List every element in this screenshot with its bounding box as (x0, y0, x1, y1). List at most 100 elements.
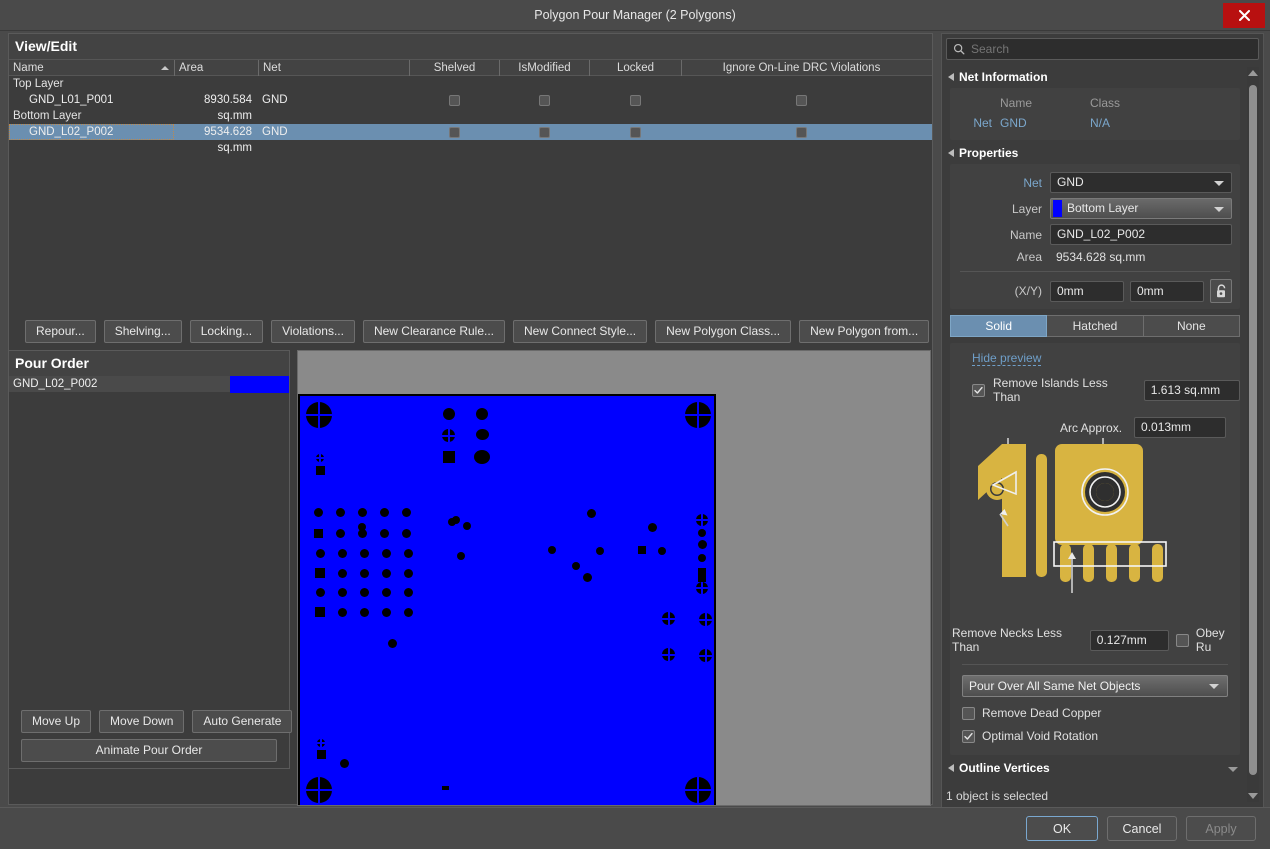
net-dropdown[interactable]: GND (1050, 172, 1232, 193)
lock-toggle-button[interactable] (1210, 279, 1232, 303)
section-header-outline-vertices[interactable]: Outline Vertices (942, 755, 1248, 778)
ok-button[interactable]: OK (1026, 816, 1098, 841)
check-icon (974, 386, 983, 394)
via (583, 573, 592, 582)
checkbox-shelved[interactable] (448, 126, 460, 138)
search-input[interactable] (971, 42, 1252, 56)
via (388, 639, 397, 648)
table-row[interactable]: GND_L02_P002 9534.628 sq.mm GND (9, 124, 932, 154)
group-row-top-layer[interactable]: Top Layer (9, 76, 932, 92)
column-header-ismodified[interactable]: IsModified (499, 60, 589, 76)
remove-islands-value: 1.613 sq.mm (1150, 382, 1221, 397)
property-layer: Layer Bottom Layer (958, 198, 1232, 219)
cell-shelved[interactable] (409, 124, 499, 140)
table-row[interactable]: GND_L01_P001 8930.584 sq.mm GND (9, 92, 932, 122)
remove-dead-copper-row[interactable]: Remove Dead Copper (950, 697, 1240, 720)
section-header-properties[interactable]: Properties (942, 140, 1248, 164)
pad (338, 569, 347, 578)
column-header-ignore-drc[interactable]: Ignore On-Line DRC Violations (681, 60, 921, 76)
checkbox-ignore-drc[interactable] (795, 94, 807, 106)
fill-mode-solid[interactable]: Solid (950, 315, 1048, 337)
locking-button[interactable]: Locking... (189, 319, 264, 343)
scrollbar-thumb[interactable] (1249, 85, 1257, 775)
checkbox-ismodified[interactable] (538, 94, 550, 106)
column-header-name[interactable]: Name (9, 60, 174, 76)
cell-locked[interactable] (589, 124, 681, 140)
cell-ignore-drc[interactable] (681, 124, 921, 140)
fill-mode-none[interactable]: None (1143, 315, 1240, 337)
pad (402, 529, 411, 538)
animate-pour-order-button[interactable]: Animate Pour Order (21, 739, 277, 762)
cancel-button[interactable]: Cancel (1107, 816, 1177, 841)
pad (382, 608, 391, 617)
pad (380, 529, 389, 538)
cell-net: GND (262, 126, 288, 138)
fill-mode-segmented-control: Solid Hatched None (950, 315, 1240, 337)
properties-sidebar: Net Information Name Class Net GND N/A P… (941, 33, 1264, 808)
cell-ignore-drc[interactable] (681, 92, 921, 108)
optimal-void-rotation-row[interactable]: Optimal Void Rotation (950, 720, 1240, 747)
checkbox-ismodified[interactable] (538, 126, 550, 138)
scroll-up-icon[interactable] (1248, 70, 1258, 76)
via (548, 546, 556, 554)
column-header-net[interactable]: Net (258, 60, 409, 76)
checkbox-optimal-void-rotation[interactable] (962, 729, 975, 743)
checkbox-shelved[interactable] (448, 94, 460, 106)
checkbox-locked[interactable] (629, 126, 641, 138)
new-clearance-rule-button[interactable]: New Clearance Rule... (362, 319, 506, 343)
scroll-down-icon[interactable] (1248, 793, 1258, 799)
violations-button[interactable]: Violations... (271, 319, 355, 343)
new-polygon-class-button[interactable]: New Polygon Class... (655, 319, 792, 343)
checkbox-remove-islands[interactable] (972, 383, 985, 397)
via (648, 523, 657, 532)
group-row-bottom-layer[interactable]: Bottom Layer (9, 108, 932, 124)
pcb-preview-canvas[interactable] (297, 350, 931, 806)
column-header-area[interactable]: Area (174, 60, 258, 76)
section-header-net-information[interactable]: Net Information (942, 64, 1248, 88)
net-name-value[interactable]: GND (1000, 116, 1090, 130)
checkbox-locked[interactable] (629, 94, 641, 106)
layer-dropdown[interactable]: Bottom Layer (1050, 198, 1232, 219)
new-connect-style-button[interactable]: New Connect Style... (513, 319, 648, 343)
repour-button[interactable]: Repour... (25, 319, 96, 343)
cell-locked[interactable] (589, 92, 681, 108)
layer-color-swatch (230, 375, 289, 393)
layer-color-chip (1053, 200, 1062, 217)
checkbox-remove-dead-copper[interactable] (962, 706, 975, 720)
cell-shelved[interactable] (409, 92, 499, 108)
via (442, 429, 455, 442)
window-title: Polygon Pour Manager (2 Polygons) (534, 8, 736, 22)
new-polygon-from-button[interactable]: New Polygon from... (799, 319, 930, 343)
chevron-down-icon[interactable] (1228, 767, 1238, 772)
cell-ismodified[interactable] (499, 92, 589, 108)
cell-ismodified[interactable] (499, 124, 589, 140)
arc-approx-input[interactable]: 0.013mm (1134, 417, 1227, 438)
fill-mode-hatched[interactable]: Hatched (1047, 315, 1144, 337)
list-item[interactable]: GND_L02_P002 (9, 375, 289, 393)
move-up-button[interactable]: Move Up (21, 710, 92, 733)
move-down-button[interactable]: Move Down (99, 710, 185, 733)
polygon-name-input[interactable]: GND_L02_P002 (1050, 224, 1232, 245)
x-coordinate-input[interactable]: 0mm (1050, 280, 1124, 302)
shelving-button[interactable]: Shelving... (103, 319, 182, 343)
property-net: Net GND (958, 172, 1232, 193)
divider (962, 664, 1228, 665)
net-information-card: Name Class Net GND N/A (950, 88, 1240, 140)
column-header-shelved[interactable]: Shelved (409, 60, 499, 76)
close-button[interactable] (1223, 3, 1265, 28)
pad (336, 508, 345, 517)
view-edit-title: View/Edit (9, 34, 932, 59)
pad (316, 466, 325, 475)
search-box[interactable] (946, 38, 1259, 60)
column-header-locked[interactable]: Locked (589, 60, 681, 76)
pad (476, 408, 488, 420)
y-coordinate-input[interactable]: 0mm (1130, 280, 1204, 302)
pour-over-dropdown[interactable]: Pour Over All Same Net Objects (962, 675, 1228, 697)
remove-islands-input[interactable]: 1.613 sq.mm (1143, 379, 1240, 401)
auto-generate-button[interactable]: Auto Generate (192, 710, 293, 733)
checkbox-ignore-drc[interactable] (795, 126, 807, 138)
sidebar-scrollbar[interactable] (1247, 67, 1259, 802)
hide-preview-toggle[interactable]: Hide preview (972, 351, 1042, 366)
pad (382, 549, 391, 558)
net-class-value[interactable]: N/A (1090, 116, 1232, 130)
